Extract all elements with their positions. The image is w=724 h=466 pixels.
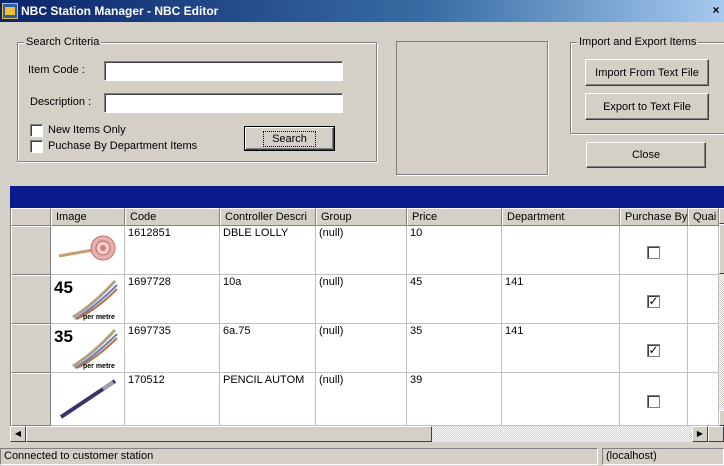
row-header[interactable] — [11, 324, 51, 373]
title-bar: NBC Station Manager - NBC Editor × — [0, 0, 724, 22]
search-criteria-legend: Search Criteria — [24, 36, 102, 48]
department-cell[interactable] — [502, 373, 620, 426]
description-cell[interactable]: PENCIL AUTOM — [220, 373, 316, 426]
item-code-input[interactable] — [104, 61, 343, 81]
lolly-thumbnail — [53, 228, 119, 272]
group-cell[interactable]: (null) — [316, 324, 407, 373]
quantity-cell[interactable] — [688, 373, 719, 426]
description-cell[interactable]: DBLE LOLLY — [220, 226, 316, 275]
code-cell[interactable]: 170512 — [125, 373, 220, 426]
import-from-text-file-button[interactable]: Import From Text File — [585, 59, 709, 86]
purchase-by-department-checkbox[interactable] — [30, 140, 43, 153]
grid-caption-band — [10, 186, 724, 208]
item-code-label: Item Code : — [28, 64, 85, 76]
items-grid[interactable]: Image Code Controller Descri Group Price… — [10, 208, 724, 426]
corner-header — [11, 208, 51, 226]
new-items-only-label[interactable]: New Items Only — [48, 124, 126, 137]
scrollbar-corner — [708, 426, 724, 442]
vertical-scroll-thumb[interactable] — [719, 224, 724, 274]
purchase-by-department-checkbox[interactable]: ✓ — [647, 295, 660, 308]
horizontal-scrollbar[interactable]: ◀ ▶ — [10, 426, 724, 442]
code-cell[interactable]: 1697735 — [125, 324, 220, 373]
row-header[interactable] — [11, 373, 51, 426]
horizontal-scroll-thumb[interactable] — [26, 426, 432, 442]
quantity-cell[interactable] — [688, 275, 719, 324]
close-window-icon[interactable]: × — [710, 3, 722, 18]
group-cell[interactable]: (null) — [316, 275, 407, 324]
department-cell[interactable]: 141 — [502, 275, 620, 324]
search-button-label: Search — [263, 130, 316, 147]
export-to-text-file-button[interactable]: Export to Text File — [585, 93, 709, 120]
quantity-cell[interactable] — [688, 226, 719, 275]
image-cell: 35 per metre — [51, 324, 125, 373]
column-header-price[interactable]: Price — [407, 208, 502, 226]
status-message: Connected to customer station — [0, 448, 598, 465]
scroll-down-icon[interactable]: ▼ — [719, 410, 724, 426]
purchase-by-department-cell — [620, 373, 688, 426]
group-cell[interactable]: (null) — [316, 226, 407, 275]
import-export-legend: Import and Export Items — [577, 36, 699, 48]
purchase-by-department-label[interactable]: Puchase By Department Items — [48, 140, 197, 153]
image-preview-box — [396, 41, 548, 175]
pencil-thumbnail — [53, 375, 119, 419]
status-server: (localhost) — [602, 448, 724, 465]
image-cell — [51, 226, 125, 275]
cable-per-metre-text: per metre — [83, 363, 115, 370]
cable-price-text: 35 — [54, 327, 73, 346]
purchase-by-department-cell — [620, 226, 688, 275]
column-header-purchase-by-department[interactable]: Purchase By De — [620, 208, 688, 226]
cable-thumbnail: 45 per metre — [53, 277, 119, 321]
row-header[interactable] — [11, 226, 51, 275]
column-header-description[interactable]: Controller Descri — [220, 208, 316, 226]
purchase-by-department-checkbox[interactable] — [647, 246, 660, 259]
cable-thumbnail: 35 per metre — [53, 326, 119, 370]
description-cell[interactable]: 6a.75 — [220, 324, 316, 373]
purchase-by-department-cell: ✓ — [620, 324, 688, 373]
price-cell[interactable]: 35 — [407, 324, 502, 373]
price-cell[interactable]: 10 — [407, 226, 502, 275]
group-cell[interactable]: (null) — [316, 373, 407, 426]
row-header[interactable] — [11, 275, 51, 324]
cable-price-text: 45 — [54, 278, 73, 297]
department-cell[interactable]: 141 — [502, 324, 620, 373]
description-cell[interactable]: 10a — [220, 275, 316, 324]
scroll-left-icon[interactable]: ◀ — [10, 426, 26, 442]
price-cell[interactable]: 45 — [407, 275, 502, 324]
search-button[interactable]: Search — [244, 126, 335, 151]
image-cell — [51, 373, 125, 426]
column-header-department[interactable]: Department — [502, 208, 620, 226]
cable-per-metre-text: per metre — [83, 314, 115, 321]
window-title: NBC Station Manager - NBC Editor — [21, 4, 219, 18]
department-cell[interactable] — [502, 226, 620, 275]
code-cell[interactable]: 1612851 — [125, 226, 220, 275]
purchase-by-department-cell: ✓ — [620, 275, 688, 324]
scroll-up-icon[interactable]: ▲ — [719, 208, 724, 224]
column-header-image[interactable]: Image — [51, 208, 125, 226]
image-cell: 45 per metre — [51, 275, 125, 324]
description-label: Description : — [30, 96, 92, 108]
description-input[interactable] — [104, 93, 343, 113]
code-cell[interactable]: 1697728 — [125, 275, 220, 324]
purchase-by-department-checkbox[interactable] — [647, 395, 660, 408]
status-bar: Connected to customer station (localhost… — [0, 446, 724, 466]
column-header-group[interactable]: Group — [316, 208, 407, 226]
app-icon — [2, 3, 18, 19]
purchase-by-department-checkbox[interactable]: ✓ — [647, 344, 660, 357]
close-button[interactable]: Close — [586, 142, 706, 168]
import-export-group: Import and Export Items — [570, 36, 724, 134]
scroll-right-icon[interactable]: ▶ — [692, 426, 708, 442]
price-cell[interactable]: 39 — [407, 373, 502, 426]
quantity-cell[interactable] — [688, 324, 719, 373]
new-items-only-checkbox[interactable] — [30, 124, 43, 137]
vertical-scrollbar[interactable]: ▲ ▼ — [719, 208, 724, 426]
column-header-code[interactable]: Code — [125, 208, 220, 226]
column-header-quantity[interactable]: Quai — [688, 208, 719, 226]
